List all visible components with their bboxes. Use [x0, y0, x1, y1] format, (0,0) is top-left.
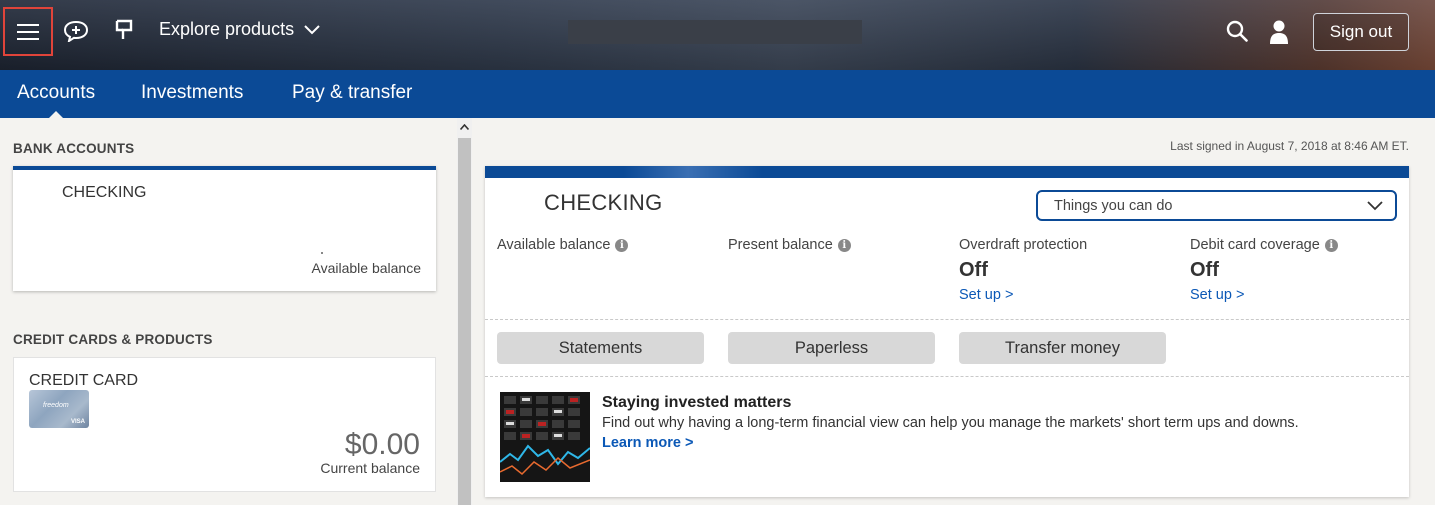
account-detail-card: CHECKING Things you can do Available bal… — [485, 166, 1409, 497]
explore-products-menu[interactable]: Explore products — [159, 19, 320, 40]
debit-card-coverage-value: Off — [1190, 259, 1219, 281]
transfer-money-button[interactable]: Transfer money — [959, 332, 1166, 364]
hamburger-icon — [17, 23, 39, 40]
tab-investments[interactable]: Investments — [141, 82, 243, 104]
promo-title: Staying invested matters — [602, 394, 792, 411]
credit-card-image: freedom VISA — [29, 390, 89, 428]
current-balance-label: Current balance — [320, 460, 420, 476]
checking-account-card[interactable]: CHECKING Available balance — [13, 166, 436, 291]
scroll-thumb[interactable] — [458, 138, 471, 505]
visa-logo: VISA — [70, 419, 85, 425]
bank-accounts-heading: BANK ACCOUNTS — [13, 141, 135, 156]
things-you-can-do-dropdown[interactable]: Things you can do — [1036, 190, 1397, 221]
chevron-down-icon — [304, 24, 320, 34]
credit-card-name: CREDIT CARD — [29, 372, 139, 389]
hamburger-menu-button[interactable] — [3, 7, 53, 56]
dropdown-label: Things you can do — [1054, 197, 1173, 214]
available-balance-label: Available balance — [311, 260, 422, 276]
paperless-button[interactable]: Paperless — [728, 332, 935, 364]
search-icon[interactable] — [1226, 20, 1248, 42]
learn-more-link[interactable]: Learn more > — [602, 435, 693, 451]
tab-pay-transfer[interactable]: Pay & transfer — [292, 82, 412, 104]
credit-cards-heading: CREDIT CARDS & PRODUCTS — [13, 332, 213, 347]
info-icon[interactable]: i — [1324, 238, 1338, 252]
overdraft-protection-value: Off — [959, 259, 988, 281]
available-balance-metric: Available balance i — [497, 237, 629, 253]
tab-accounts[interactable]: Accounts — [17, 82, 95, 118]
promo-description: Find out why having a long-term financia… — [602, 415, 1299, 431]
debit-coverage-setup-link[interactable]: Set up > — [1190, 287, 1244, 303]
top-header: Explore products Sign out — [0, 0, 1435, 70]
sign-out-button[interactable]: Sign out — [1313, 13, 1409, 51]
redacted-greeting — [568, 20, 862, 44]
info-icon[interactable]: i — [837, 238, 851, 252]
user-profile-icon[interactable] — [1269, 20, 1289, 44]
chat-plus-icon[interactable] — [63, 20, 89, 42]
promo-stock-ticker-image — [500, 392, 590, 482]
account-name: CHECKING — [62, 184, 147, 201]
overdraft-setup-link[interactable]: Set up > — [959, 287, 1013, 303]
statements-button[interactable]: Statements — [497, 332, 704, 364]
debit-card-coverage-metric: Debit card coverage i — [1190, 237, 1338, 253]
flag-icon[interactable] — [114, 19, 134, 41]
credit-card-tile[interactable]: CREDIT CARD freedom VISA $0.00 Current b… — [13, 357, 436, 492]
primary-nav: Accounts Investments Pay & transfer — [0, 70, 1435, 118]
chevron-down-icon — [1367, 201, 1383, 211]
last-signed-in-text: Last signed in August 7, 2018 at 8:46 AM… — [1170, 139, 1409, 153]
info-icon[interactable]: i — [615, 238, 629, 252]
card-image-text: freedom — [43, 402, 69, 409]
sidebar-scrollbar[interactable] — [457, 118, 472, 505]
present-balance-metric: Present balance i — [728, 237, 851, 253]
explore-products-label: Explore products — [159, 19, 295, 39]
account-title: CHECKING — [544, 190, 663, 215]
credit-card-balance: $0.00 — [344, 428, 420, 461]
overdraft-protection-metric: Overdraft protection — [959, 237, 1088, 253]
scroll-up-arrow-icon[interactable] — [457, 120, 472, 134]
